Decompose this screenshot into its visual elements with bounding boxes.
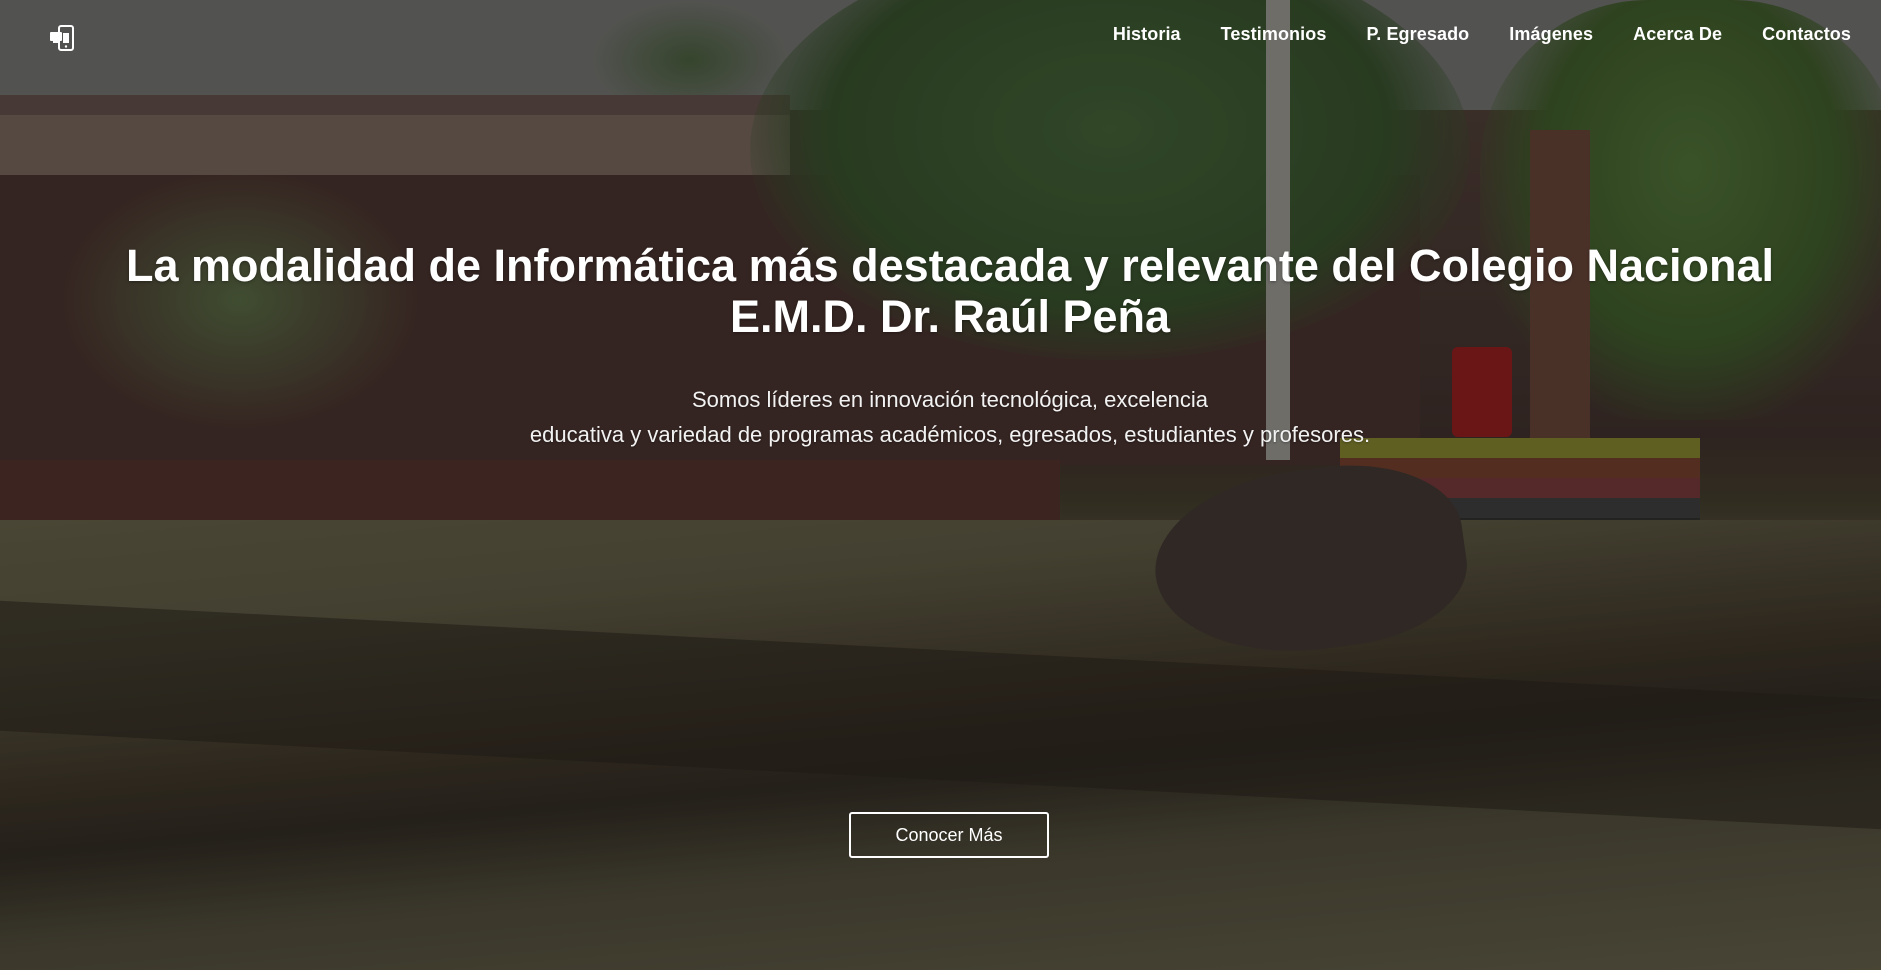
hero-subtitle-line-2: educativa y variedad de programas académ… (529, 422, 1371, 447)
nav-link-perfil-egresado[interactable]: P. Egresado (1366, 24, 1469, 45)
nav-link-contactos[interactable]: Contactos (1762, 24, 1851, 45)
main-nav: Historia Testimonios P. Egresado Imágene… (1073, 24, 1851, 45)
hero-title: La modalidad de Informática más destacad… (125, 240, 1775, 342)
hero-subtitle-line-1: Somos líderes en innovación tecnológica,… (691, 387, 1209, 412)
nav-link-imagenes[interactable]: Imágenes (1509, 24, 1593, 45)
nav-link-testimonios[interactable]: Testimonios (1221, 24, 1327, 45)
nav-link-historia[interactable]: Historia (1113, 24, 1181, 45)
nav-link-acerca-de[interactable]: Acerca De (1633, 24, 1722, 45)
devices-icon-graphic (50, 25, 74, 51)
devices-icon[interactable] (48, 24, 78, 54)
navbar: Historia Testimonios P. Egresado Imágene… (0, 0, 1881, 76)
hero-subtitle: Somos líderes en innovación tecnológica,… (340, 382, 1560, 452)
conocer-mas-button[interactable]: Conocer Más (849, 812, 1049, 858)
